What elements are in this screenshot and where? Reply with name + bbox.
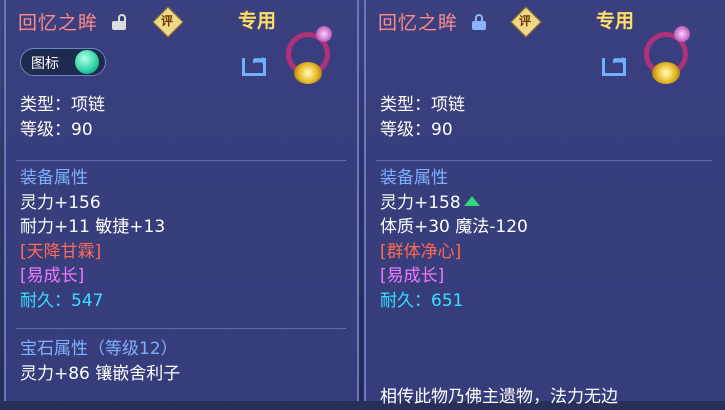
locked-icon[interactable] xyxy=(472,14,486,30)
divider xyxy=(376,160,712,161)
share-icon[interactable]: ➦ xyxy=(602,52,632,76)
item-tooltip-equipped: 回忆之眸 评 专用 图标 ➦ 类型：项链 等级：90 装备属性 灵力+156 耐… xyxy=(4,0,359,401)
item-title: 回忆之眸 xyxy=(378,12,459,34)
special-skill: [群体净心] xyxy=(380,241,462,262)
stat-line-2: 耐力+11 敏捷+13 xyxy=(20,217,166,237)
share-icon[interactable]: ➦ xyxy=(242,52,272,76)
toggle-knob xyxy=(75,50,99,74)
review-badge[interactable]: 评 xyxy=(152,6,184,38)
gem-attr-heading: 宝石属性（等级12） xyxy=(20,339,178,359)
icon-toggle-label: 图标 xyxy=(31,56,59,72)
upgrade-arrow-icon xyxy=(463,195,480,206)
durability: 耐久：547 xyxy=(20,289,180,314)
icon-toggle[interactable]: 图标 xyxy=(20,48,106,76)
divider xyxy=(16,160,346,161)
exclusive-label: 专用 xyxy=(596,10,635,32)
stat-line-1: 灵力+158 xyxy=(380,191,618,216)
durability-label: 耐久： xyxy=(380,290,431,311)
stat-value: 灵力+158 xyxy=(380,192,461,213)
equip-attr-heading: 装备属性 xyxy=(380,168,448,188)
stat-line-1: 灵力+156 xyxy=(20,192,101,213)
durability: 耐久：651 xyxy=(380,289,618,314)
item-title: 回忆之眸 xyxy=(18,12,99,34)
divider xyxy=(16,328,346,329)
special-effect: [易成长] xyxy=(380,266,445,286)
unlocked-icon[interactable] xyxy=(112,14,126,30)
item-type: 类型：项链 xyxy=(20,95,105,115)
item-level: 等级：90 xyxy=(20,119,93,140)
necklace-icon xyxy=(640,22,702,84)
review-badge[interactable]: 评 xyxy=(510,6,542,38)
item-level: 等级：90 xyxy=(380,119,453,140)
stat-line-2: 体质+30 魔法-120 xyxy=(380,217,528,237)
exclusive-label: 专用 xyxy=(238,10,277,32)
durability-value: 651 xyxy=(431,290,464,311)
special-skill: [天降甘霖] xyxy=(20,241,102,262)
necklace-icon xyxy=(282,22,344,84)
durability-label: 耐久： xyxy=(20,290,71,311)
gem-line: 灵力+86 镶嵌舍利子 xyxy=(20,363,181,384)
item-type: 类型：项链 xyxy=(380,95,465,115)
durability-value: 547 xyxy=(71,290,104,311)
item-lore: 相传此物乃佛主遗物，法力无边 xyxy=(380,387,618,407)
item-tooltip-compare: 回忆之眸 评 专用 ➦ 类型：项链 等级：90 装备属性 灵力+158 体质+3… xyxy=(364,0,725,407)
special-effect: [易成长] xyxy=(20,266,85,286)
equip-attr-heading: 装备属性 xyxy=(20,168,88,188)
